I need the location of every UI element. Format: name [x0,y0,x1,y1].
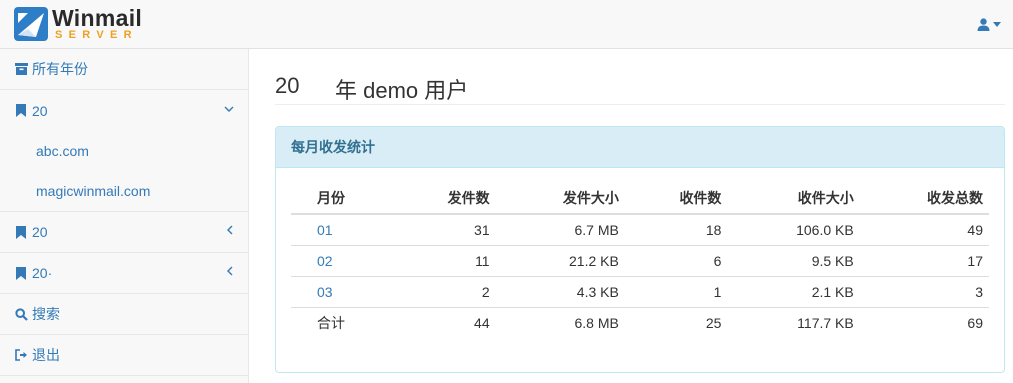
sidebar-item-label: 搜索 [32,306,60,322]
sidebar-item-label: 20· [32,265,53,281]
month-link[interactable]: 02 [317,253,333,269]
table-cell: 21.2 KB [495,245,625,277]
logo-name: Winmail [52,5,143,31]
table-total-row: 合计 44 6.8 MB 25 117.7 KB 69 [291,307,989,338]
panel-heading: 每月收发统计 [276,127,1004,168]
sidebar-subitem-domain[interactable]: abc.com [0,131,248,171]
sidebar-item-year-3[interactable]: 20· [0,253,248,294]
sidebar-item-label: 退出 [32,347,60,363]
column-header: 发件数 [393,183,496,215]
table-cell: 44 [393,307,496,338]
sidebar-subitem-domain[interactable]: magicwinmail.com [0,171,248,211]
chevron-down-icon [993,21,1001,27]
sidebar-item-search[interactable]: 搜索 [0,294,248,335]
table-cell: 11 [393,245,496,277]
logo-subtitle: SERVER [55,29,138,41]
table-cell: 117.7 KB [727,307,860,338]
column-header: 月份 [291,183,393,215]
table-cell: 4.3 KB [495,276,625,308]
sidebar-group-year-1: 20 abc.com magicwinmail.com [0,90,248,212]
page-title-text: 年 demo 用户 [335,78,469,103]
month-link[interactable]: 01 [317,222,333,238]
bookmark-icon [14,225,28,239]
table-cell: 6.8 MB [495,307,625,338]
column-header: 收件大小 [727,183,860,215]
page-title-year: 20 [275,73,300,98]
sidebar-item-year-2[interactable]: 20 [0,212,248,253]
table-cell: 6.7 MB [574,222,619,238]
sidebar-item-year-1[interactable]: 20 [0,90,248,131]
user-menu-toggle[interactable] [977,15,1001,33]
table-cell: 3 [859,276,989,308]
table-cell: 69 [859,307,989,338]
search-icon [14,307,28,321]
chevron-left-icon [226,224,234,238]
table-cell: 1 [624,276,728,308]
user-icon [977,17,990,31]
winmail-logo-icon [14,7,48,41]
archive-icon [14,62,28,76]
sidebar-item-label: 20 [32,102,48,119]
sign-out-icon [14,348,28,362]
sidebar-subitem-label: magicwinmail.com [36,183,151,199]
table-cell: 2.1 KB [727,276,860,308]
total-label: 合计 [291,307,393,338]
page-title: 20 年 demo 用户 [275,69,1005,105]
sidebar-subitem-label: abc.com [36,143,89,159]
bookmark-icon [14,266,28,280]
top-navbar: Winmail SERVER [0,0,1013,49]
table-row: 01 31 6.7 MB 18 106.0 KB 49 [291,214,989,246]
monthly-stats-panel: 每月收发统计 月份 发件数 发件大小 收件数 收件大小 收发总数 01 31 6… [275,126,1005,373]
table-cell: 31 [474,222,490,238]
sidebar-item-all-years[interactable]: 所有年份 [0,49,248,90]
monthly-stats-table: 月份 发件数 发件大小 收件数 收件大小 收发总数 01 31 6.7 MB 1… [291,183,989,338]
table-cell: 18 [705,222,722,238]
winmail-logo[interactable]: Winmail SERVER [14,5,154,43]
table-cell: 9.5 KB [727,245,860,277]
chevron-left-icon [226,265,234,279]
sidebar-item-label: 所有年份 [32,61,88,77]
column-header: 发件大小 [495,183,625,215]
table-row: 03 2 4.3 KB 1 2.1 KB 3 [291,276,989,308]
chevron-down-icon [224,102,234,116]
table-cell: 25 [624,307,728,338]
table-cell: 106.0 KB [796,222,854,238]
table-row: 02 11 21.2 KB 6 9.5 KB 17 [291,245,989,277]
column-header: 收件数 [624,183,728,215]
table-cell: 49 [967,222,983,238]
table-header-row: 月份 发件数 发件大小 收件数 收件大小 收发总数 [291,183,989,215]
column-header: 收发总数 [859,183,989,215]
sidebar: 所有年份 20 abc.com magicwinmail.com 20 20· … [0,49,249,383]
table-cell: 2 [393,276,496,308]
sidebar-item-logout[interactable]: 退出 [0,335,248,376]
sidebar-item-label: 20 [32,224,48,240]
table-cell: 6 [624,245,728,277]
bookmark-icon [14,104,28,118]
table-cell: 17 [859,245,989,277]
month-link[interactable]: 03 [317,284,333,300]
